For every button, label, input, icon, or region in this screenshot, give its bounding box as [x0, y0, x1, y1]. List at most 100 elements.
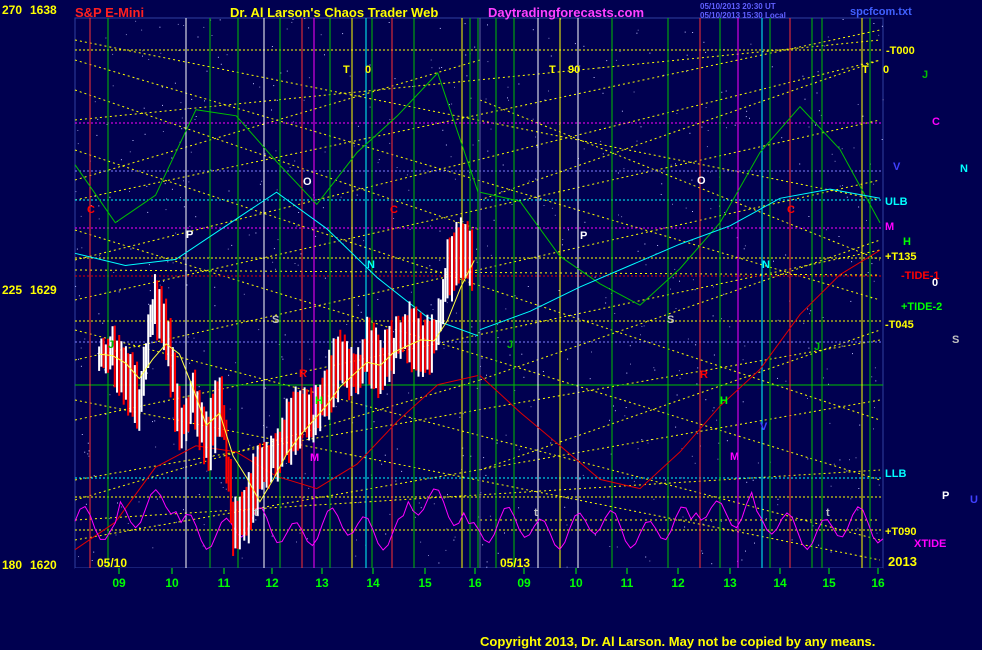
star [741, 559, 743, 561]
star [412, 86, 414, 87]
star [442, 129, 444, 131]
star [198, 386, 200, 388]
star [518, 449, 520, 451]
star [87, 442, 89, 444]
star [501, 191, 503, 193]
star [535, 520, 537, 522]
star [873, 183, 875, 185]
star [637, 29, 639, 31]
star [420, 507, 422, 509]
star [152, 547, 154, 549]
hour-label: 13 [315, 576, 329, 590]
star [858, 488, 860, 489]
star [120, 159, 122, 161]
star [176, 521, 177, 523]
star [462, 413, 464, 415]
star [300, 253, 302, 255]
star [875, 380, 877, 382]
star [261, 180, 263, 182]
star [443, 497, 445, 499]
star [746, 110, 748, 112]
star [624, 415, 626, 417]
star [357, 125, 359, 127]
hour-label: 09 [112, 576, 126, 590]
star [183, 509, 184, 511]
star [152, 368, 154, 370]
star [285, 463, 287, 464]
star [241, 557, 243, 559]
star [660, 194, 662, 195]
star [781, 137, 783, 139]
star [574, 43, 576, 45]
star [448, 104, 450, 106]
star [94, 101, 96, 103]
star [729, 326, 731, 328]
star [146, 372, 148, 374]
star [296, 225, 298, 227]
star [420, 541, 422, 543]
star [226, 54, 228, 56]
star [342, 33, 344, 35]
star [850, 300, 852, 302]
star [129, 151, 131, 153]
star [859, 424, 861, 426]
star [127, 523, 129, 524]
star [324, 277, 326, 279]
star [640, 334, 641, 336]
star [710, 208, 712, 210]
star [389, 119, 391, 121]
star [530, 406, 532, 408]
star [706, 146, 708, 148]
star [850, 498, 852, 500]
star [183, 180, 184, 182]
right-planet-label: ULB [885, 196, 908, 208]
star [687, 338, 689, 340]
star [243, 293, 245, 295]
star [514, 295, 516, 297]
star [180, 197, 181, 198]
chart-letter: C [390, 204, 398, 216]
star [490, 254, 492, 256]
star [818, 544, 820, 546]
star [858, 206, 860, 208]
star [681, 477, 683, 479]
star [881, 139, 883, 140]
star [132, 140, 134, 141]
star [679, 377, 681, 379]
star [566, 566, 568, 568]
star [852, 353, 853, 355]
star [438, 67, 440, 69]
right-planet-label: 0 [932, 277, 938, 289]
price-bars [98, 217, 474, 557]
star [308, 487, 310, 489]
right-planet-label: V [893, 161, 901, 173]
star [195, 216, 197, 218]
right-planet-label: J [922, 69, 928, 81]
date-label-2: 05/13 [500, 556, 530, 570]
star [610, 453, 612, 455]
star [454, 86, 455, 88]
star [599, 67, 601, 69]
star [521, 353, 523, 355]
star [193, 337, 195, 339]
star [827, 36, 829, 38]
star [705, 51, 707, 53]
star [830, 485, 832, 487]
star [389, 142, 391, 144]
chart-letter: J [507, 339, 513, 351]
star [396, 167, 398, 168]
star [483, 457, 485, 459]
star [465, 341, 467, 343]
star [129, 191, 130, 192]
star [487, 61, 489, 63]
star [853, 147, 855, 149]
star [276, 99, 278, 101]
star [523, 376, 525, 378]
star [548, 90, 549, 92]
star [791, 539, 793, 541]
right-planet-label: N [960, 163, 968, 175]
star [752, 479, 754, 481]
star [255, 232, 257, 234]
star [148, 264, 150, 266]
star [710, 171, 711, 173]
